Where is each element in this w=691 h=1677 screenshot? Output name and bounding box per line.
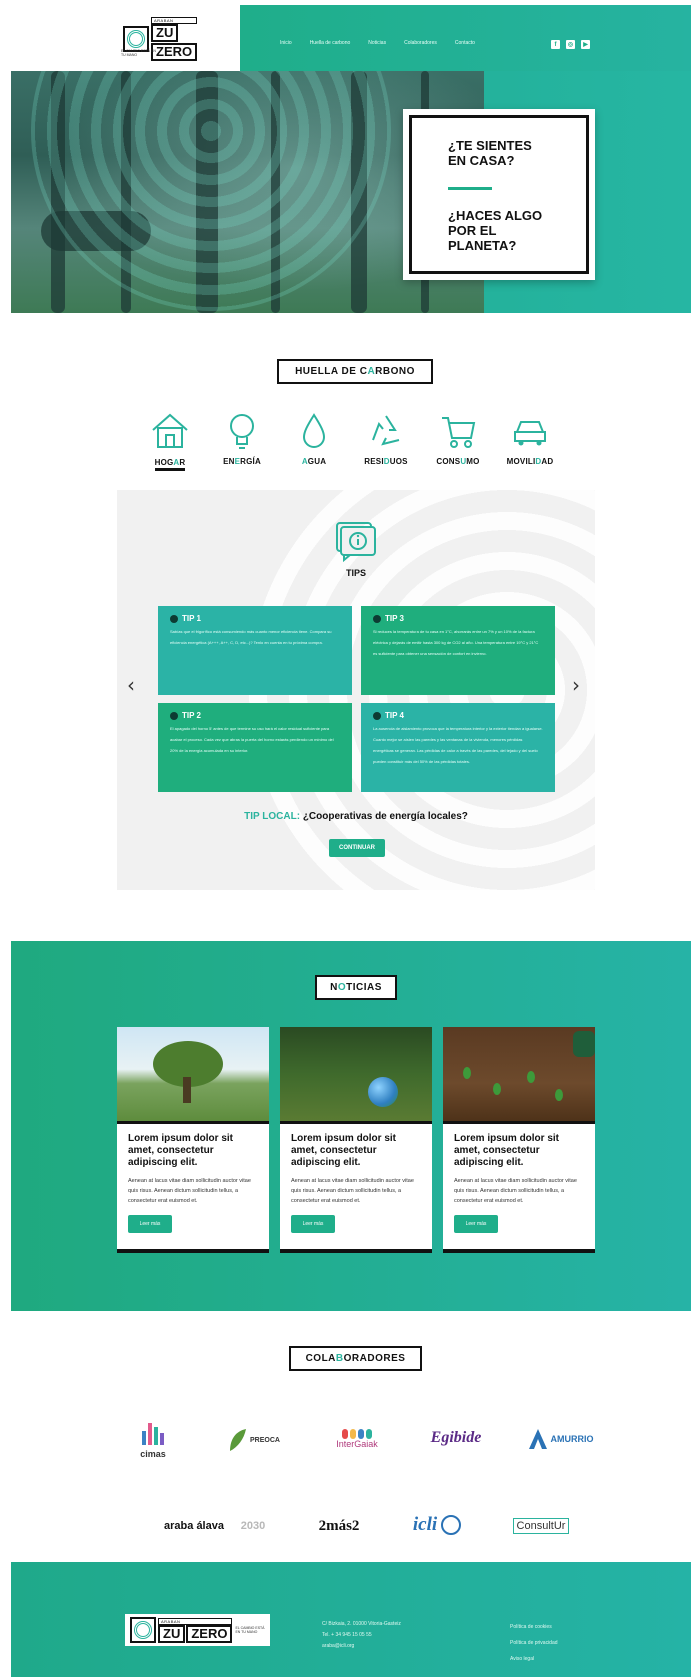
category-label: HOGAR (154, 458, 186, 471)
hero-divider (448, 187, 492, 190)
footer-links: Política de cookies Política de privacid… (510, 1619, 558, 1667)
tips-next-arrow[interactable]: › (572, 673, 580, 697)
logo-icli[interactable]: icli (404, 1510, 470, 1540)
footer-link-privacy[interactable]: Política de privacidad (510, 1635, 558, 1651)
hero-question-2: ¿HACES ALGO POR EL PLANETA? (448, 208, 543, 253)
news-card-title: Lorem ipsum dolor sit amet, consectetur … (454, 1133, 560, 1168)
footer-address: C/ Bizkaia, 2. 01000 Vitoria-Gasteiz Tel… (322, 1619, 401, 1652)
logo-consultur[interactable]: ConsultUr (505, 1514, 577, 1538)
footer-link-legal[interactable]: Aviso legal (510, 1651, 558, 1667)
tip-local: TIP LOCAL: ¿Cooperativas de energía loca… (244, 811, 468, 822)
house-icon (152, 413, 188, 448)
page: ARABAN ZU ZERO EL CAMBIO ESTÁ EN TU MANO… (0, 0, 691, 1677)
category-agua[interactable]: AGUA (279, 410, 349, 466)
category-label: RESIDUOS (364, 457, 408, 466)
bulb-icon (373, 711, 381, 720)
footer-email[interactable]: araba@icli.org (322, 1641, 401, 1652)
header-logo-area: ARABAN ZU ZERO EL CAMBIO ESTÁ EN TU MANO (11, 5, 240, 71)
colaboradores-title: COLA B ORADORES (289, 1346, 422, 1371)
continue-button[interactable]: CONTINUAR (329, 839, 385, 857)
logo-2mas2[interactable]: 2más2 (308, 1512, 370, 1540)
tips-prev-arrow[interactable]: ‹ (127, 673, 135, 697)
category-energia[interactable]: ENERGÍA (207, 410, 277, 466)
nav-contacto[interactable]: Contacto (455, 40, 475, 46)
read-more-button[interactable]: Leer más (454, 1215, 498, 1233)
logo-2030[interactable]: 2030 (236, 1514, 270, 1538)
read-more-button[interactable]: Leer más (128, 1215, 172, 1233)
logo-cimas[interactable]: cimas (131, 1415, 175, 1465)
logo-egibide[interactable]: Egibide (420, 1424, 492, 1452)
news-section: N O TICIAS Lorem ipsum dolor sit amet, con… (11, 941, 691, 1311)
news-card-title: Lorem ipsum dolor sit amet, consectetur … (128, 1133, 234, 1168)
site-footer: ARABAN ZU ZERO EL CAMBIO ESTÁ EN TU MANO… (11, 1562, 691, 1677)
tips-title: TIPS (345, 568, 366, 578)
logo-ring-icon (130, 1617, 156, 1643)
instagram-icon[interactable]: ◎ (566, 40, 575, 49)
car-icon (514, 421, 546, 446)
nav-noticias[interactable]: Noticias (368, 40, 386, 46)
nav-huella[interactable]: Huella de carbono (310, 40, 351, 46)
news-card-1[interactable]: Lorem ipsum dolor sit amet, consectetur … (117, 1027, 269, 1253)
tips-panel: TIPS ‹ › TIP 1 Sabías que el frigorífico… (117, 490, 595, 890)
logo-zu: ZU (151, 24, 179, 42)
read-more-button[interactable]: Leer más (291, 1215, 335, 1233)
tip-card-1[interactable]: TIP 1 Sabías que el frigorífico está con… (158, 606, 352, 695)
category-row: HOGAR ENERGÍA AGUA RESIDUOS CONSUMO MOVI… (135, 410, 565, 480)
bulb-icon (170, 711, 178, 720)
logo-amurrio[interactable]: AMURRIO (524, 1425, 596, 1453)
logo-preoca[interactable]: PREOCA (218, 1425, 288, 1455)
news-title: N O TICIAS (315, 975, 397, 1000)
cart-icon (442, 417, 476, 448)
category-movilidad[interactable]: MOVILIDAD (495, 410, 565, 466)
category-hogar[interactable]: HOGAR (135, 410, 205, 471)
header-nav-area (240, 5, 691, 71)
category-consumo[interactable]: CONSUMO (423, 410, 493, 466)
footer-logo[interactable]: ARABAN ZU ZERO EL CAMBIO ESTÁ EN TU MANO (125, 1614, 271, 1646)
tip-card-2[interactable]: TIP 2 El apagado del horno 5' antes de q… (158, 703, 352, 792)
news-image-tree (117, 1027, 269, 1121)
logo-small-text: ARABAN (151, 17, 198, 24)
lightbulb-icon (230, 414, 254, 449)
category-label: ENERGÍA (223, 457, 261, 466)
recycle-icon (372, 415, 400, 446)
youtube-icon[interactable]: ▶ (581, 40, 590, 49)
news-card-text: Aenean at lacus vitae diam sollicitudin … (128, 1178, 251, 1204)
hero-question-card: ¿TE SIENTES EN CASA? ¿HACES ALGO POR EL … (403, 109, 595, 280)
social-links: f ◎ ▶ (551, 40, 590, 49)
logo-araba-alava[interactable]: araba álava (152, 1512, 236, 1540)
nav-colaboradores[interactable]: Colaboradores (404, 40, 437, 46)
info-chat-icon (336, 522, 376, 562)
footer-link-cookies[interactable]: Política de cookies (510, 1619, 558, 1635)
hero-section: ¿TE SIENTES EN CASA? ¿HACES ALGO POR EL … (11, 71, 691, 313)
category-label: AGUA (301, 457, 327, 466)
news-card-title: Lorem ipsum dolor sit amet, consectetur … (291, 1133, 397, 1168)
hero-question-1: ¿TE SIENTES EN CASA? (448, 138, 532, 168)
logo-intergaiak[interactable]: InterGaiak (327, 1421, 387, 1457)
tip-card-4[interactable]: TIP 4 La ausencia de aislamiento provoca… (361, 703, 555, 792)
news-card-text: Aenean at lacus vitae diam sollicitudin … (454, 1178, 577, 1204)
bulb-icon (373, 614, 381, 623)
news-card-2[interactable]: Lorem ipsum dolor sit amet, consectetur … (280, 1027, 432, 1253)
logo-tagline: EL CAMBIO ESTÁ EN TU MANO (121, 49, 156, 57)
water-drop-icon (302, 413, 326, 448)
huella-title: HUELLA DE C A RBONO (277, 359, 433, 384)
facebook-icon[interactable]: f (551, 40, 560, 49)
nav-inicio[interactable]: Inicio (280, 40, 292, 46)
category-residuos[interactable]: RESIDUOS (351, 410, 421, 466)
news-card-text: Aenean at lacus vitae diam sollicitudin … (291, 1178, 414, 1204)
category-label: CONSUMO (436, 457, 480, 466)
news-card-3[interactable]: Lorem ipsum dolor sit amet, consectetur … (443, 1027, 595, 1253)
site-header: ARABAN ZU ZERO EL CAMBIO ESTÁ EN TU MANO… (11, 5, 691, 71)
bulb-icon (170, 614, 178, 623)
news-image-seedlings (443, 1027, 595, 1121)
main-nav: Inicio Huella de carbono Noticias Colabo… (280, 40, 493, 46)
tip-card-3[interactable]: TIP 3 Si reduces la temperatura de tu ca… (361, 606, 555, 695)
category-label: MOVILIDAD (506, 457, 554, 466)
news-image-globe (280, 1027, 432, 1121)
